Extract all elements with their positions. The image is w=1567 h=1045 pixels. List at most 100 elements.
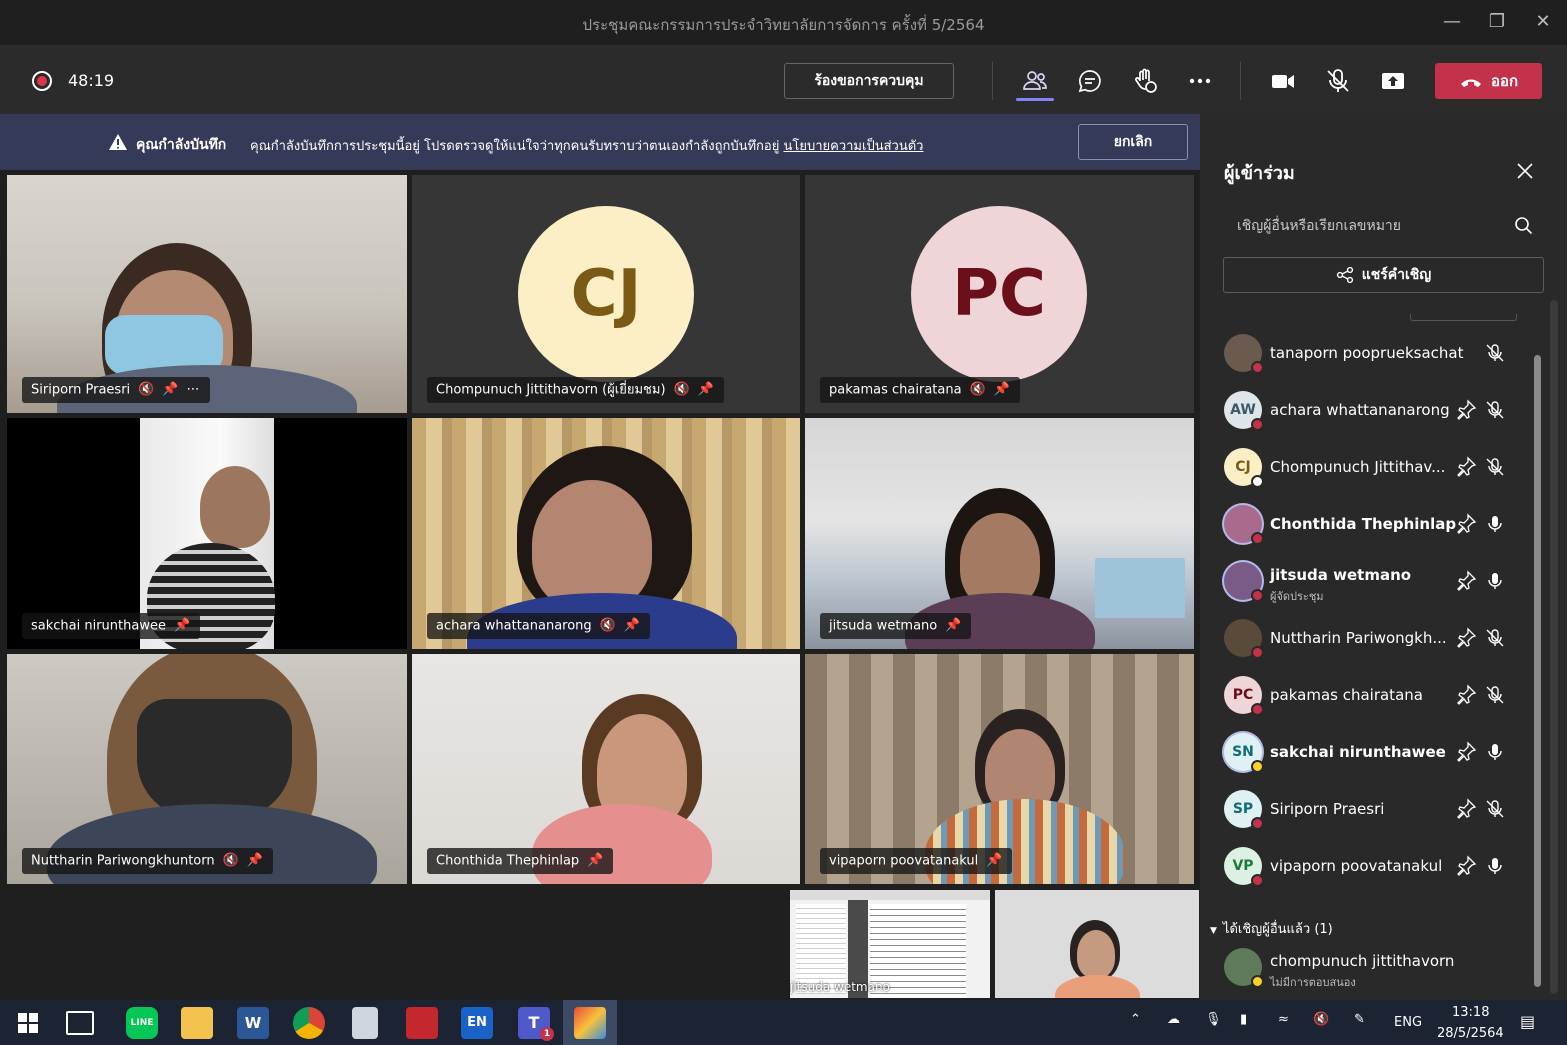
mic-icon	[1488, 744, 1502, 760]
video-tile[interactable]: Nuttharin Pariwongkhuntorn 🔇 📌	[7, 654, 407, 884]
maximize-button[interactable]: ❐	[1482, 10, 1512, 34]
video-tile[interactable]: CJ Chompunuch Jittithavorn (ผู้เยี่ยมชม)…	[412, 175, 800, 413]
recording-icon	[32, 71, 52, 91]
file-explorer-icon[interactable]	[181, 1007, 213, 1039]
wifi-icon[interactable]: ≈	[1278, 1012, 1289, 1027]
pin-icon[interactable]	[1455, 456, 1477, 478]
pin-icon[interactable]	[1455, 855, 1477, 877]
participant-row[interactable]: Nuttharin Pariwongkh...	[1200, 611, 1540, 668]
input-language[interactable]: ENG	[1394, 1015, 1422, 1030]
participant-row[interactable]: PC pakamas chairatana	[1200, 668, 1540, 725]
tile-nametag: Nuttharin Pariwongkhuntorn 🔇 📌	[22, 848, 273, 874]
video-tile[interactable]: PC pakamas chairatana 🔇 📌	[805, 175, 1194, 413]
shared-screen-tile[interactable]: jitsuda wetmano	[790, 890, 990, 998]
tile-name: Chonthida Thephinlap	[436, 853, 580, 869]
pin-icon[interactable]	[1455, 570, 1477, 592]
panel-scrollbar-track[interactable]	[1550, 300, 1558, 994]
leave-button[interactable]: ออก	[1435, 63, 1542, 99]
line-app-icon[interactable]: LINE	[126, 1007, 158, 1039]
warning-icon	[109, 134, 127, 150]
participant-list-scrollbar[interactable]	[1534, 355, 1541, 987]
close-window-button[interactable]: ✕	[1528, 10, 1558, 34]
word-icon[interactable]: W	[237, 1007, 269, 1039]
pin-icon[interactable]	[1455, 741, 1477, 763]
face-mask	[137, 699, 292, 819]
mic-muted-icon	[1486, 800, 1504, 818]
tile-nametag: achara whattananarong 🔇 📌	[427, 613, 651, 639]
invite-search-input[interactable]: เชิญผู้อื่นหรือเรียกเลขหมาย	[1224, 210, 1544, 242]
pin-icon: 📌	[945, 618, 962, 633]
video-tile[interactable]: Chonthida Thephinlap 📌	[412, 654, 800, 884]
windows-start-icon[interactable]	[18, 1013, 38, 1033]
chrome-icon[interactable]	[293, 1007, 325, 1039]
notifications-icon[interactable]: ▤	[1520, 1012, 1535, 1031]
mic-muted-icon[interactable]	[1324, 67, 1352, 95]
more-icon[interactable]: ⋯	[187, 377, 200, 403]
avatar: SP	[1224, 790, 1264, 830]
battery-icon[interactable]: ▮	[1240, 1012, 1247, 1027]
share-invite-button[interactable]: แชร์คำเชิญ	[1223, 257, 1544, 293]
participant-row[interactable]: tanaporn pooprueksachat	[1200, 326, 1540, 383]
avatar: CJ	[1224, 448, 1264, 488]
participant-name: Chonthida Thephinlap	[1270, 515, 1457, 533]
mic-muted-icon: 🔇	[138, 382, 155, 397]
camera-icon[interactable]	[1269, 67, 1297, 95]
close-icon[interactable]	[1514, 160, 1536, 182]
privacy-policy-link[interactable]: นโยบายความเป็นส่วนตัว	[783, 139, 923, 154]
banner-message: คุณกำลังบันทึกการประชุมนี้อยู่ โปรดตรวจด…	[250, 139, 780, 154]
more-options-icon[interactable]	[1186, 67, 1214, 95]
participant-row[interactable]: SN sakchai nirunthawee	[1200, 725, 1540, 782]
video-tile[interactable]: sakchai nirunthawee 📌	[7, 418, 407, 649]
language-app-icon[interactable]: EN	[461, 1007, 493, 1039]
pin-icon[interactable]	[1455, 798, 1477, 820]
mic-muted-icon	[1486, 629, 1504, 647]
chat-icon[interactable]	[1076, 67, 1104, 95]
tile-name: jitsuda wetmano	[829, 618, 938, 634]
tile-nametag: Siriporn Praesri 🔇 📌 ⋯	[22, 377, 210, 403]
video-tile[interactable]: vipaporn poovatanakul 📌	[805, 654, 1194, 884]
pin-icon[interactable]	[1455, 684, 1477, 706]
mic-muted-icon	[1486, 458, 1504, 476]
clock-time[interactable]: 13:18	[1452, 1005, 1489, 1020]
raise-hand-icon[interactable]	[1131, 67, 1159, 95]
share-screen-icon[interactable]	[1379, 67, 1407, 95]
video-tile[interactable]: achara whattananarong 🔇 📌	[412, 418, 800, 649]
participant-row[interactable]: Chonthida Thephinlap	[1200, 497, 1540, 554]
clock-date[interactable]: 28/5/2564	[1437, 1026, 1504, 1041]
pin-icon[interactable]	[1455, 627, 1477, 649]
acrobat-icon[interactable]	[406, 1007, 438, 1039]
chevron-up-icon[interactable]: ⌃	[1130, 1012, 1141, 1027]
invited-participant-row[interactable]: chompunuch jittithavorn ไม่มีการตอบสนอง	[1200, 940, 1540, 997]
tile-name: Siriporn Praesri	[31, 382, 131, 398]
banner-title: คุณกำลังบันทึก	[136, 137, 227, 153]
participants-icon[interactable]	[1021, 67, 1049, 95]
video-tile-small[interactable]	[995, 890, 1199, 998]
participant-row[interactable]: VP vipaporn poovatanakul	[1200, 839, 1540, 896]
pin-icon[interactable]	[1455, 513, 1477, 535]
video-tile[interactable]: Siriporn Praesri 🔇 📌 ⋯	[7, 175, 407, 413]
pen-icon[interactable]: ✎	[1354, 1012, 1365, 1027]
request-control-button[interactable]: ร้องขอการควบคุม	[784, 63, 954, 99]
cloud-icon[interactable]: ☁	[1167, 1012, 1180, 1027]
participant-row[interactable]: SP Siriporn Praesri	[1200, 782, 1540, 839]
participant-row[interactable]: AW achara whattananarong	[1200, 383, 1540, 440]
minimize-button[interactable]: —	[1437, 10, 1467, 34]
window-title: ประชุมคณะกรรมการประจำวิทยาลัยการจัดการ ค…	[582, 16, 985, 34]
participant-row[interactable]: CJ Chompunuch Jittithav...	[1200, 440, 1540, 497]
video-tile[interactable]: jitsuda wetmano 📌	[805, 418, 1194, 649]
taskbar: LINE W EN T1 ⌃ ☁ 🎙 ▮ ≈ 🔇 ✎ ENG 13:18 28/…	[0, 1000, 1567, 1045]
teams-icon[interactable]: T1	[518, 1007, 554, 1041]
microphone-tray-icon[interactable]: 🎙	[1205, 1012, 1222, 1027]
invited-section-header[interactable]: ▼ ได้เชิญผู้อื่นแล้ว (1)	[1210, 918, 1333, 939]
task-view-icon[interactable]	[66, 1011, 94, 1035]
pin-icon: 📌	[587, 853, 604, 868]
mic-muted-icon: 🔇	[673, 382, 690, 397]
tile-nametag: Chonthida Thephinlap 📌	[427, 848, 614, 874]
volume-muted-icon[interactable]: 🔇	[1313, 1012, 1329, 1027]
cancel-recording-button[interactable]: ยกเลิก	[1078, 124, 1188, 160]
participant-row[interactable]: jitsuda wetmano ผู้จัดประชุม	[1200, 554, 1540, 611]
search-placeholder: เชิญผู้อื่นหรือเรียกเลขหมาย	[1237, 218, 1401, 234]
calculator-icon[interactable]	[352, 1007, 378, 1039]
pin-icon[interactable]	[1455, 399, 1477, 421]
active-app-highlight[interactable]	[563, 1000, 617, 1045]
